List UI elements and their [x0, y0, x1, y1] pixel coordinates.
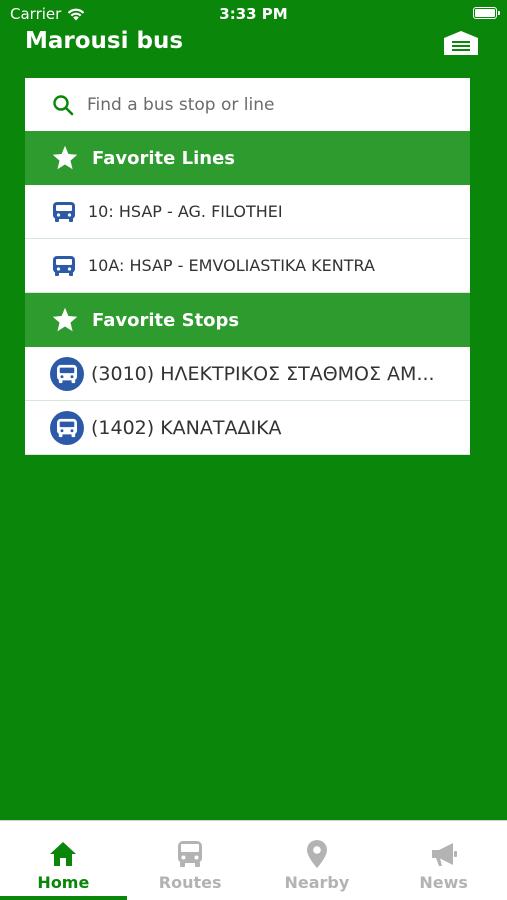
status-bar: Carrier 3:33 PM: [0, 0, 507, 28]
favorite-stop-item[interactable]: (3010) ΗΛΕΚΤΡΙΚΟΣ ΣΤΑΘΜΟΣ ΑΜ...: [25, 347, 470, 401]
bus-icon: [53, 201, 75, 222]
app-title: Marousi bus: [25, 28, 184, 54]
favorite-lines-header: Favorite Lines: [25, 131, 470, 185]
bus-icon: [53, 255, 75, 276]
favorite-line-item[interactable]: 10A: HSAP - EMVOLIASTIKA KENTRA: [25, 239, 470, 293]
tab-label: Routes: [158, 873, 222, 892]
tab-home[interactable]: Home: [0, 821, 127, 900]
favorite-lines-title: Favorite Lines: [92, 147, 235, 169]
tab-label: Nearby: [284, 873, 350, 892]
stop-label: (1402) ΚΑΝΑΤΑΔΙΚΑ: [91, 416, 282, 439]
line-label: 10: HSAP - AG. FILOTHEI: [88, 202, 283, 221]
battery-icon: [473, 7, 500, 19]
tab-label: Home: [37, 873, 90, 892]
tab-label: News: [419, 873, 468, 892]
clock: 3:33 PM: [219, 5, 288, 23]
tab-bar: Home Routes Nearby News: [0, 820, 507, 900]
star-icon: [52, 307, 78, 332]
favorite-stops-header: Favorite Stops: [25, 293, 470, 347]
tab-nearby[interactable]: Nearby: [254, 821, 381, 900]
search-input[interactable]: Find a bus stop or line: [87, 95, 274, 115]
map-pin-icon: [306, 840, 327, 868]
stop-label: (3010) ΗΛΕΚΤΡΙΚΟΣ ΣΤΑΘΜΟΣ ΑΜ...: [91, 362, 435, 385]
bus-stop-icon: [50, 356, 84, 391]
home-icon: [50, 842, 77, 866]
bus-icon: [178, 841, 203, 867]
tab-routes[interactable]: Routes: [127, 821, 254, 900]
favorite-stops-list: (3010) ΗΛΕΚΤΡΙΚΟΣ ΣΤΑΘΜΟΣ ΑΜ... (1402) Κ…: [25, 347, 470, 455]
tab-news[interactable]: News: [380, 821, 507, 900]
search-bar[interactable]: Find a bus stop or line: [25, 78, 470, 131]
favorite-lines-list: 10: HSAP - AG. FILOTHEI 10A: HSAP - EMVO…: [25, 185, 470, 293]
search-icon: [53, 94, 74, 115]
favorite-stop-item[interactable]: (1402) ΚΑΝΑΤΑΔΙΚΑ: [25, 401, 470, 455]
garage-icon[interactable]: [443, 30, 479, 56]
star-icon: [52, 145, 78, 170]
favorite-line-item[interactable]: 10: HSAP - AG. FILOTHEI: [25, 185, 470, 239]
bus-stop-icon: [50, 410, 84, 445]
line-label: 10A: HSAP - EMVOLIASTIKA KENTRA: [88, 256, 375, 275]
megaphone-icon: [431, 843, 457, 866]
favorite-stops-title: Favorite Stops: [92, 309, 240, 331]
